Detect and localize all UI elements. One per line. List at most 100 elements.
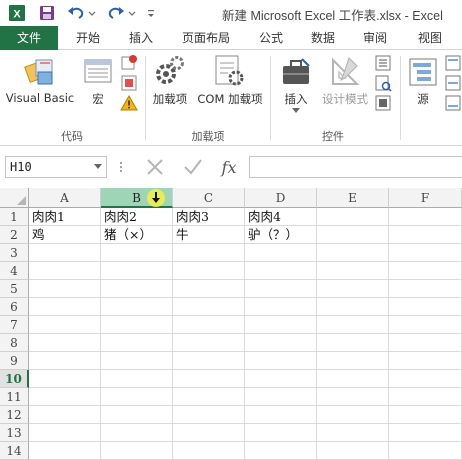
resize-handle-icon[interactable] [118,158,124,176]
cell-e12[interactable] [317,406,389,424]
cell-b1[interactable]: 肉肉2 [101,208,173,226]
cell-c6[interactable] [173,298,245,316]
column-header-c[interactable]: C [173,188,245,208]
cell-d2[interactable]: 驴（？） [245,226,317,244]
column-header-e[interactable]: E [317,188,389,208]
cell-b11[interactable] [101,388,173,406]
column-header-f[interactable]: F [389,188,462,208]
cell-f8[interactable] [389,334,462,352]
cell-c1[interactable]: 肉肉3 [173,208,245,226]
cell-b4[interactable] [101,262,173,280]
tab-page-layout[interactable]: 页面布局 [170,26,242,50]
cell-e1[interactable] [317,208,389,226]
name-box[interactable]: H10 [5,156,107,178]
cell-d4[interactable] [245,262,317,280]
undo-icon[interactable] [66,4,86,22]
cell-c2[interactable]: 牛 [173,226,245,244]
macro-security-icon[interactable] [120,94,138,112]
view-code-icon[interactable] [374,74,392,92]
cell-f3[interactable] [389,244,462,262]
cell-b2[interactable]: 猪（×） [101,226,173,244]
cell-c10[interactable] [173,370,245,388]
refresh-data-icon[interactable] [444,94,462,112]
run-dialog-icon[interactable] [374,94,392,112]
com-add-ins-button[interactable]: COM 加载项 [194,50,266,128]
redo-dropdown-icon[interactable] [128,4,136,22]
row-header-9[interactable]: 9 [0,352,29,370]
cell-d7[interactable] [245,316,317,334]
cell-b14[interactable] [101,442,173,460]
cell-d9[interactable] [245,352,317,370]
cell-b5[interactable] [101,280,173,298]
select-all-button[interactable] [0,188,29,208]
cell-f7[interactable] [389,316,462,334]
row-header-4[interactable]: 4 [0,262,29,280]
cell-a8[interactable] [29,334,101,352]
customize-qat-icon[interactable] [146,4,156,22]
cell-d8[interactable] [245,334,317,352]
cell-f11[interactable] [389,388,462,406]
cell-b9[interactable] [101,352,173,370]
cell-c12[interactable] [173,406,245,424]
tab-view[interactable]: 视图 [404,26,456,50]
cell-b6[interactable] [101,298,173,316]
row-header-13[interactable]: 13 [0,424,29,442]
xml-source-button[interactable]: 源 [404,50,442,128]
column-header-a[interactable]: A [29,188,101,208]
cell-e3[interactable] [317,244,389,262]
cell-e5[interactable] [317,280,389,298]
redo-icon[interactable] [106,4,126,22]
row-header-7[interactable]: 7 [0,316,29,334]
cell-e8[interactable] [317,334,389,352]
row-header-11[interactable]: 11 [0,388,29,406]
cell-a12[interactable] [29,406,101,424]
map-properties-icon[interactable] [444,54,462,72]
macros-button[interactable]: 宏 [80,50,116,128]
add-ins-button[interactable]: 加载项 [148,50,192,128]
cell-f13[interactable] [389,424,462,442]
undo-dropdown-icon[interactable] [88,4,96,22]
cell-f12[interactable] [389,406,462,424]
cell-b12[interactable] [101,406,173,424]
visual-basic-button[interactable]: Visual Basic [2,50,78,128]
cell-c13[interactable] [173,424,245,442]
relative-reference-icon[interactable] [120,74,138,92]
tab-file[interactable]: 文件 [0,26,58,50]
cell-f6[interactable] [389,298,462,316]
cell-a13[interactable] [29,424,101,442]
cancel-icon[interactable] [142,156,168,178]
row-header-2[interactable]: 2 [0,226,29,244]
cell-e9[interactable] [317,352,389,370]
cell-c8[interactable] [173,334,245,352]
cell-f10[interactable] [389,370,462,388]
cell-e4[interactable] [317,262,389,280]
record-macro-icon[interactable] [120,54,138,72]
cell-b3[interactable] [101,244,173,262]
cell-e2[interactable] [317,226,389,244]
insert-function-icon[interactable]: fx [216,156,242,178]
cell-d3[interactable] [245,244,317,262]
cell-a9[interactable] [29,352,101,370]
tab-home[interactable]: 开始 [62,26,114,50]
chevron-down-icon[interactable] [94,164,102,169]
row-header-6[interactable]: 6 [0,298,29,316]
cell-f1[interactable] [389,208,462,226]
row-header-8[interactable]: 8 [0,334,29,352]
cell-f4[interactable] [389,262,462,280]
row-header-5[interactable]: 5 [0,280,29,298]
cell-e11[interactable] [317,388,389,406]
design-mode-button[interactable]: 设计模式 [318,50,372,128]
tab-data[interactable]: 数据 [300,26,346,50]
row-header-10[interactable]: 10 [0,370,29,388]
cell-a11[interactable] [29,388,101,406]
cell-b13[interactable] [101,424,173,442]
cell-a7[interactable] [29,316,101,334]
cell-b7[interactable] [101,316,173,334]
tab-insert[interactable]: 插入 [118,26,164,50]
cell-c9[interactable] [173,352,245,370]
cell-f2[interactable] [389,226,462,244]
tab-review[interactable]: 审阅 [352,26,398,50]
cell-e7[interactable] [317,316,389,334]
cell-a3[interactable] [29,244,101,262]
expansion-packs-icon[interactable] [444,74,462,92]
